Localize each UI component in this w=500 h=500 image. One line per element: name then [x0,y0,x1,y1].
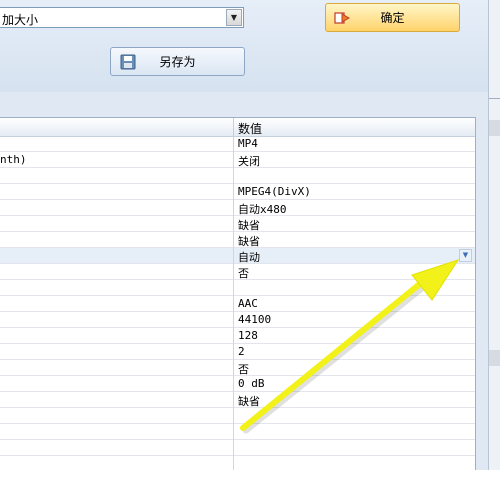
property-value[interactable]: MPEG4(DivX) [238,185,311,198]
table-row[interactable]: 否 [0,360,475,376]
table-row[interactable]: nth) 关闭 [0,152,475,168]
size-select-value: 加大小 [2,13,39,27]
side-panel-scroll-lower[interactable] [489,350,500,366]
table-row[interactable]: 自动 ▼ [0,248,475,264]
table-row[interactable] [0,424,475,440]
table-row[interactable]: 0 dB [0,376,475,392]
dropdown-arrow-icon[interactable]: ▼ [459,249,472,262]
property-grid: 数值 MP4 nth) 关闭 MPEG4(DivX) 自动x480 缺省 缺省 自动 ▼ 否 AAC… [0,117,476,476]
cell-divider [233,136,234,152]
ok-button-label: 确定 [380,11,405,25]
save-as-button[interactable]: 另存为 [110,47,245,76]
value-column-header: 数值 [238,122,263,136]
cell-divider [233,216,234,232]
property-value[interactable]: MP4 [238,137,258,150]
property-value[interactable]: 自动 [238,249,260,265]
size-select[interactable]: 加大小 ▼ [0,7,244,28]
cell-divider [233,168,234,184]
cell-divider [233,280,234,296]
cell-divider [233,392,234,408]
table-row[interactable]: AAC [0,296,475,312]
table-row[interactable]: 44100 [0,312,475,328]
table-row[interactable]: 缺省 [0,232,475,248]
table-row[interactable]: 128 [0,328,475,344]
cell-divider [233,232,234,248]
table-row[interactable]: 2 [0,344,475,360]
cell-divider [233,248,234,264]
table-row[interactable]: MP4 [0,136,475,152]
side-panel-edge [488,0,500,470]
cell-divider [233,344,234,360]
table-row[interactable]: MPEG4(DivX) [0,184,475,200]
background-content-strip [0,470,500,500]
cell-divider [233,408,234,424]
ok-button[interactable]: 确定 [325,3,460,32]
floppy-disk-icon [120,54,136,70]
property-value[interactable]: 关闭 [238,153,260,169]
cell-divider [233,312,234,328]
property-value[interactable]: AAC [238,297,258,310]
cell-divider [233,424,234,440]
side-panel-scroll[interactable] [489,120,500,136]
property-value[interactable]: 2 [238,345,245,358]
property-name: nth) [0,153,27,166]
cell-divider [233,200,234,216]
side-panel-tab[interactable] [489,98,500,111]
property-value[interactable]: 缺省 [238,217,260,233]
property-value[interactable]: 自动x480 [238,201,287,217]
table-row[interactable] [0,168,475,184]
property-value[interactable]: 否 [238,265,249,281]
table-row[interactable] [0,440,475,456]
chevron-down-icon[interactable]: ▼ [226,9,242,26]
table-row[interactable]: 否 [0,264,475,280]
table-row[interactable]: 缺省 [0,216,475,232]
property-value[interactable]: 0 dB [238,377,265,390]
cell-divider [233,152,234,168]
cell-divider [233,264,234,280]
cell-divider [233,184,234,200]
property-value[interactable]: 44100 [238,313,271,326]
property-value[interactable]: 否 [238,361,249,377]
property-value[interactable]: 128 [238,329,258,342]
save-as-button-label: 另存为 [159,55,196,69]
table-row[interactable] [0,408,475,424]
cell-divider [233,360,234,376]
table-row[interactable]: 缺省 [0,392,475,408]
arrow-right-icon [334,12,351,24]
table-row[interactable]: 自动x480 [0,200,475,216]
property-value[interactable]: 缺省 [238,393,260,409]
cell-divider [233,440,234,456]
grid-header: 数值 [0,118,475,137]
column-divider[interactable] [233,118,234,136]
cell-divider [233,328,234,344]
table-row[interactable] [0,280,475,296]
cell-divider [233,296,234,312]
property-value[interactable]: 缺省 [238,233,260,249]
cell-divider [233,376,234,392]
